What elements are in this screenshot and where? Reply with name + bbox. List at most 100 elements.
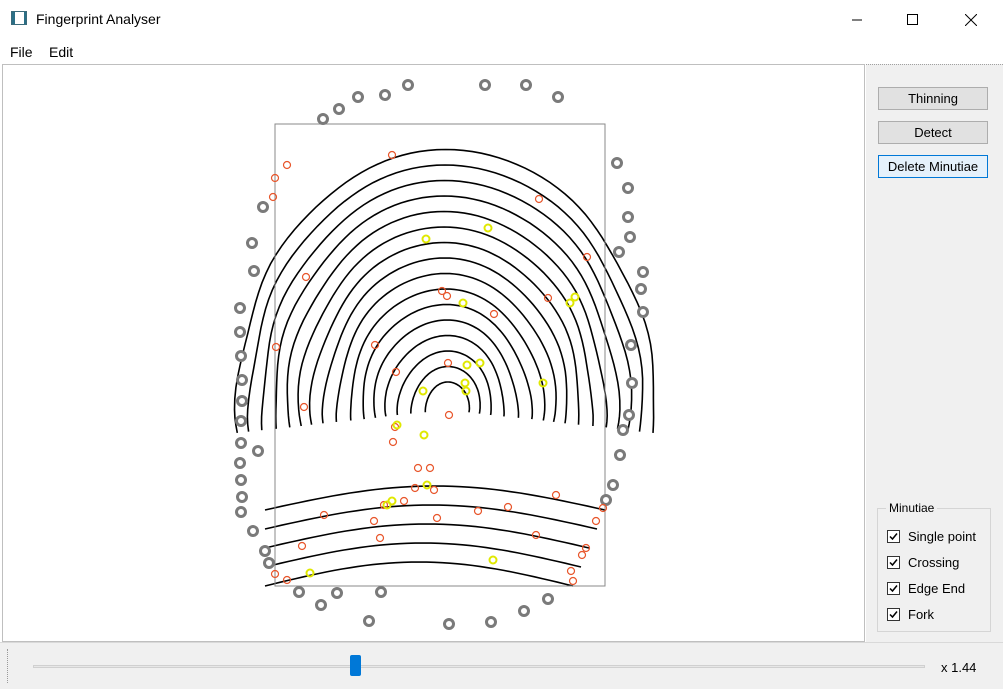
checkbox-label: Fork [908,607,934,622]
minutia-edge-end[interactable] [568,576,578,586]
minutia-edge-end[interactable] [369,516,379,526]
fingerprint-canvas[interactable] [2,64,865,642]
checkbox-crossing[interactable]: Crossing [887,555,959,570]
minutia-edge-end[interactable] [566,566,576,576]
boundary-point [236,491,248,503]
minutia-edge-end[interactable] [432,513,442,523]
minutia-fork[interactable] [475,358,485,368]
ridge-line [362,303,534,420]
boundary-point [485,616,497,628]
boundary-point [333,103,345,115]
boundary-point [375,586,387,598]
app-icon [11,11,27,25]
minutia-edge-end[interactable] [282,160,292,170]
minutia-edge-end[interactable] [429,485,439,495]
minutia-edge-end[interactable] [425,463,435,473]
ridge-lines [233,148,655,587]
minutia-edge-end[interactable] [503,502,513,512]
checkbox-single-point[interactable]: Single point [887,529,976,544]
minutia-edge-end[interactable] [577,550,587,560]
toolbar-grip[interactable] [7,649,10,683]
minutia-edge-end[interactable] [301,272,311,282]
minutia-edge-end[interactable] [410,483,420,493]
check-icon [889,585,898,593]
minutia-edge-end[interactable] [399,496,409,506]
minimize-button[interactable] [828,0,886,39]
zoom-slider-track[interactable] [33,665,925,668]
minutia-edge-end[interactable] [388,437,398,447]
checkbox-label: Crossing [908,555,960,570]
minutia-edge-end[interactable] [271,342,281,352]
minutia-fork[interactable] [418,386,428,396]
zoom-slider-thumb[interactable] [350,655,362,676]
checkbox-fork[interactable]: Fork [887,607,934,622]
boundary-point [625,339,637,351]
boundary-point [236,374,248,386]
minutia-fork[interactable] [392,420,402,430]
zoom-label: x 1.44 [941,660,977,675]
minutia-edge-end[interactable] [551,490,561,500]
minutia-fork[interactable] [421,234,431,244]
minutia-edge-end[interactable] [375,533,385,543]
minutia-fork[interactable] [419,430,429,440]
minutia-edge-end[interactable] [413,463,423,473]
minutia-fork[interactable] [460,378,470,388]
ridge-line [384,334,505,417]
boundary-point [623,409,635,421]
maximize-icon [907,13,918,25]
minutia-fork[interactable] [458,298,468,308]
boundary-point [263,557,275,569]
boundary-point [331,587,343,599]
boundary-point [293,586,305,598]
minutia-edge-end[interactable] [473,506,483,516]
boundary-point [247,525,259,537]
close-button[interactable] [942,0,1000,39]
boundary-point [235,506,247,518]
boundary-point [235,350,247,362]
menu-file[interactable]: File [10,44,33,60]
minutia-edge-end[interactable] [534,194,544,204]
minutia-edge-end[interactable] [297,541,307,551]
boundary-point [379,89,391,101]
minutia-edge-end[interactable] [444,410,454,420]
zoom-bar: x 1.44 [0,642,1003,689]
minutia-edge-end[interactable] [319,510,329,520]
boundary-point [607,479,619,491]
check-icon [889,533,898,541]
boundary-point [600,494,612,506]
checkbox-box[interactable] [887,608,900,621]
boundary-point [443,618,455,630]
minutia-fork[interactable] [488,555,498,565]
minimize-icon [852,19,862,20]
ridge-line [308,241,580,425]
check-icon [889,611,898,619]
minutia-fork[interactable] [462,360,472,370]
checkbox-box[interactable] [887,556,900,569]
menu-edit[interactable]: Edit [49,44,73,60]
boundary-point [637,266,649,278]
minutia-fork[interactable] [422,480,432,490]
minutia-edge-end[interactable] [591,516,601,526]
boundary-point [637,306,649,318]
boundary-point [252,445,264,457]
boundary-point [234,457,246,469]
detect-button[interactable]: Detect [878,121,988,144]
checkbox-box[interactable] [887,530,900,543]
minutia-fork[interactable] [483,223,493,233]
minutia-edge-end[interactable] [443,358,453,368]
checkbox-box[interactable] [887,582,900,595]
checkbox-edge-end[interactable]: Edge End [887,581,965,596]
minutia-edge-end[interactable] [442,291,452,301]
minutia-edge-end[interactable] [489,309,499,319]
minutia-edge-end[interactable] [387,150,397,160]
thinning-button[interactable]: Thinning [878,87,988,110]
delete-minutiae-button[interactable]: Delete Minutiae [878,155,988,178]
boundary-point [235,474,247,486]
boundary-point [234,302,246,314]
boundary-point [552,91,564,103]
minutia-edge-end[interactable] [299,402,309,412]
maximize-button[interactable] [884,0,942,39]
boundary-point [613,246,625,258]
ridge-line [264,561,574,587]
window-title: Fingerprint Analyser [36,11,161,27]
